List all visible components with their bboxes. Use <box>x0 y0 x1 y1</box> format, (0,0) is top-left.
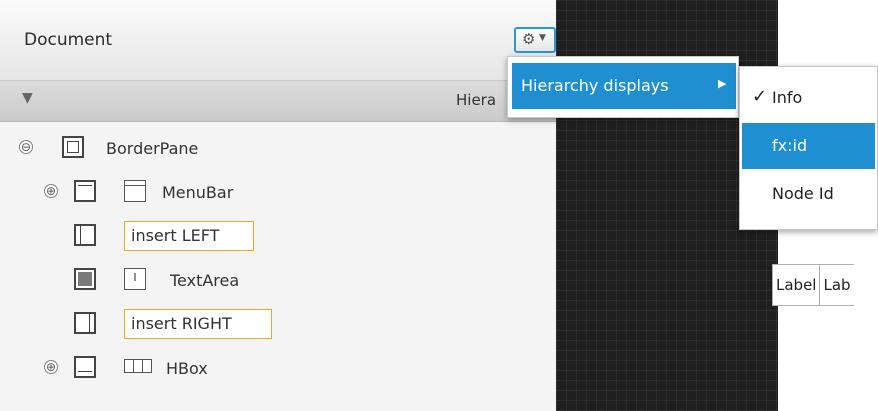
right-region-icon <box>74 312 96 334</box>
collapse-icon[interactable]: ⊖ <box>19 140 33 154</box>
submenu-item-node-id[interactable]: Node Id <box>742 171 875 217</box>
tree-item-label: HBox <box>166 359 208 378</box>
settings-menu-button[interactable]: ⚙ ▼ <box>514 27 556 53</box>
panel-title: Document <box>24 30 113 50</box>
submenu-item-label: Node Id <box>772 184 834 203</box>
menu-item-hierarchy-displays[interactable]: Hierarchy displays ▶ <box>512 63 736 109</box>
menu-item-label: Hierarchy displays <box>521 76 669 95</box>
chevron-down-icon: ▼ <box>539 33 546 43</box>
document-panel: Document ⚙ ▼ ▼ Hiera ⊖ BorderPane ⊕ Menu… <box>0 0 556 411</box>
preview-label: Lab <box>819 265 853 305</box>
left-region-icon <box>74 224 96 246</box>
hbox-icon <box>124 359 152 373</box>
insert-left-placeholder[interactable]: insert LEFT <box>124 221 254 251</box>
settings-context-menu: Hierarchy displays ▶ <box>507 56 739 118</box>
tree-item-label: TextArea <box>170 271 240 290</box>
submenu-item-label: Info <box>772 88 803 107</box>
tree-item-label: MenuBar <box>162 183 234 202</box>
column-header-label: Hiera <box>456 91 497 109</box>
submenu-item-fxid[interactable]: fx:id <box>742 123 875 169</box>
borderpane-icon <box>62 136 84 158</box>
insert-right-placeholder[interactable]: insert RIGHT <box>124 309 272 339</box>
submenu-item-label: fx:id <box>772 136 808 155</box>
tree-row-borderpane[interactable]: ⊖ BorderPane <box>0 127 556 171</box>
checkmark-icon: ✓ <box>752 86 768 107</box>
tree-item-label: BorderPane <box>106 139 199 158</box>
textarea-icon: I <box>124 268 146 290</box>
menubar-icon <box>124 180 146 202</box>
gear-icon: ⚙ <box>522 30 536 48</box>
tree-row-insert-left[interactable]: insert LEFT <box>0 215 556 259</box>
expand-icon[interactable]: ⊕ <box>44 184 58 198</box>
preview-label: Label <box>772 265 819 305</box>
center-region-icon <box>74 268 96 290</box>
tree-row-insert-right[interactable]: insert RIGHT <box>0 303 556 347</box>
bottom-region-icon <box>74 356 96 378</box>
submenu-arrow-icon: ▶ <box>718 77 727 90</box>
panel-header: Document ⚙ ▼ <box>0 0 556 81</box>
tree-row-menubar[interactable]: ⊕ MenuBar <box>0 171 556 215</box>
collapse-triangle-icon[interactable]: ▼ <box>22 90 33 106</box>
hierarchy-displays-submenu: ✓ Info fx:id Node Id <box>739 66 878 230</box>
submenu-item-info[interactable]: ✓ Info <box>742 75 875 121</box>
preview-labels: Label Lab <box>772 264 854 306</box>
tree-row-textarea[interactable]: I TextArea <box>0 259 556 303</box>
column-header: ▼ Hiera <box>0 81 556 122</box>
tree-row-hbox[interactable]: ⊕ HBox <box>0 347 556 391</box>
top-region-icon <box>74 180 96 202</box>
expand-icon[interactable]: ⊕ <box>44 360 58 374</box>
